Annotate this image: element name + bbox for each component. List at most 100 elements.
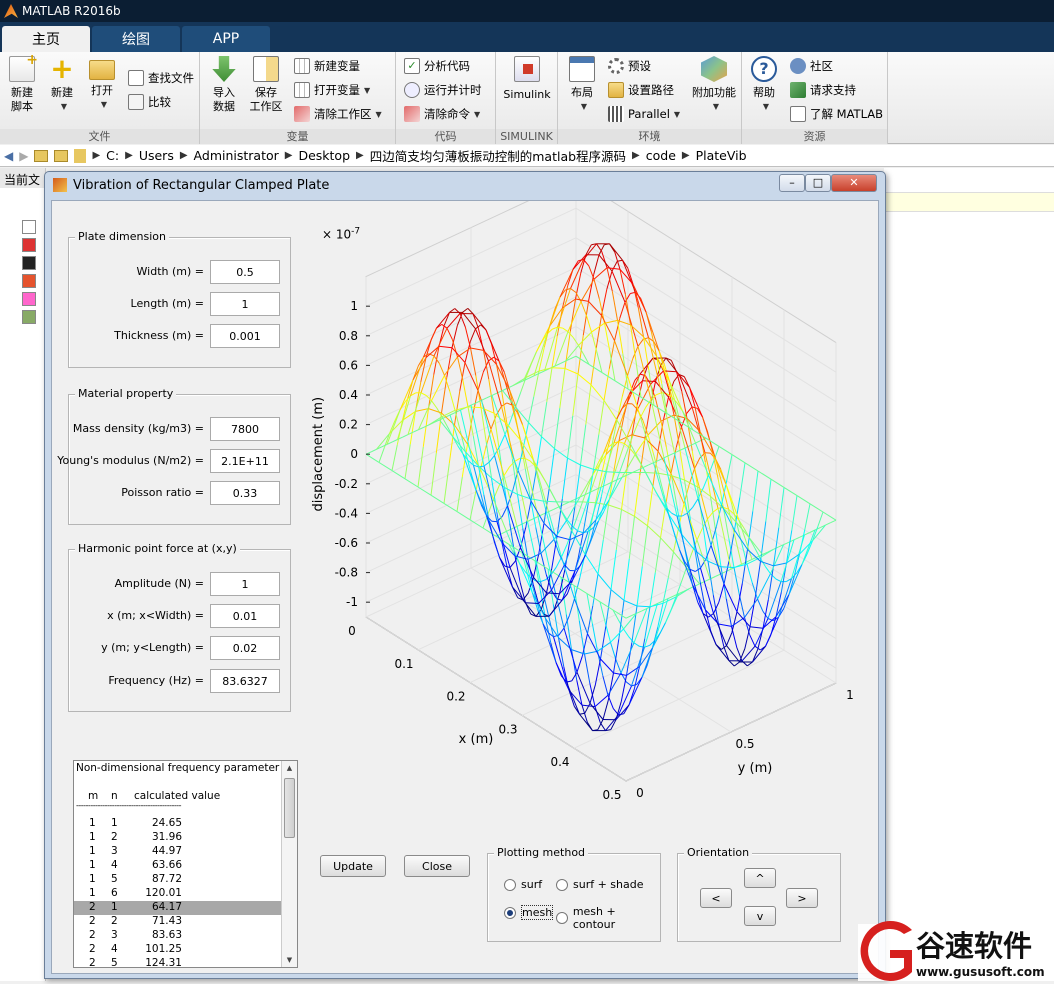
breadcrumb-item[interactable]: Users: [139, 148, 174, 163]
back-arrow-icon[interactable]: ◀: [4, 149, 13, 163]
jpg-file-icon[interactable]: [22, 256, 36, 270]
preferences-button[interactable]: 预设: [608, 56, 651, 76]
clear-commands-dropdown-icon[interactable]: ▼: [474, 110, 480, 119]
compare-button[interactable]: 比较: [128, 92, 171, 112]
list-item[interactable]: 16120.01: [74, 887, 282, 901]
update-button[interactable]: Update: [320, 855, 386, 877]
mesh-segment: [596, 315, 601, 347]
parallel-icon: [608, 106, 624, 122]
breadcrumb-item[interactable]: code: [646, 148, 676, 163]
browse-folder-icon[interactable]: [54, 150, 68, 162]
m-file-icon[interactable]: [22, 274, 36, 288]
new-script-button[interactable]: + 新建 脚本: [0, 56, 44, 114]
close-button[interactable]: Close: [404, 855, 470, 877]
maximize-button[interactable]: □: [805, 174, 831, 192]
new-variable-label: 新建变量: [314, 58, 360, 74]
mesh-segment: [612, 271, 625, 302]
breadcrumb-item[interactable]: PlateVib: [696, 148, 747, 163]
simulink-button[interactable]: Simulink: [502, 56, 552, 102]
radio-surf-label: surf: [521, 878, 542, 891]
mesh-segment: [610, 351, 615, 381]
learn-matlab-button[interactable]: 了解 MATLAB: [790, 104, 883, 124]
grid-line: [522, 617, 732, 715]
clear-commands-button[interactable]: 清除命令 ▼: [404, 104, 480, 124]
figure-titlebar[interactable]: Vibration of Rectangular Clamped Plate: [45, 172, 885, 198]
open-variable-dropdown-icon[interactable]: ▼: [364, 86, 370, 95]
breadcrumb-item[interactable]: Desktop: [298, 148, 350, 163]
radio-dot: [556, 912, 568, 924]
parallel-dropdown-icon[interactable]: ▼: [674, 110, 680, 119]
list-item-value: 83.63: [152, 929, 182, 941]
mesh-segment: [500, 435, 505, 447]
run-and-time-icon: [404, 82, 420, 98]
request-support-button[interactable]: 请求支持: [790, 80, 856, 100]
pdf-file-icon[interactable]: [22, 238, 36, 252]
mesh-segment: [603, 676, 608, 696]
mesh-segment: [403, 435, 408, 438]
up-folder-icon[interactable]: [34, 150, 48, 162]
tab-plots[interactable]: 绘图: [92, 26, 180, 52]
open-variable-button[interactable]: 打开变量 ▼: [294, 80, 370, 100]
mesh-segment: [560, 361, 565, 364]
breadcrumb-item[interactable]: C:: [106, 148, 119, 163]
radio-surf[interactable]: surf: [504, 878, 542, 891]
mesh-segment: [447, 328, 452, 339]
radio-mesh[interactable]: mesh: [504, 905, 553, 920]
help-button[interactable]: ? 帮助 ▼: [742, 56, 786, 114]
list-item[interactable]: 1587.72: [74, 873, 282, 887]
rotate-right-button[interactable]: >: [786, 888, 818, 908]
file-icon[interactable]: [22, 220, 36, 234]
addons-button[interactable]: 附加功能 ▼: [688, 56, 740, 114]
list-item[interactable]: 2164.17: [74, 901, 282, 915]
fig-file-icon[interactable]: [22, 310, 36, 324]
tab-home[interactable]: 主页: [2, 26, 90, 52]
list-item[interactable]: 1463.66: [74, 859, 282, 873]
rotate-down-button[interactable]: v: [744, 906, 776, 926]
scroll-down-icon[interactable]: ▼: [282, 953, 297, 967]
save-workspace-button[interactable]: 保存 工作区: [244, 56, 288, 114]
radio-dot: [556, 879, 568, 891]
clear-workspace-dropdown-icon[interactable]: ▼: [376, 110, 382, 119]
mesh-segment: [732, 455, 745, 463]
grid-line: [576, 238, 836, 402]
mesh-segment: [601, 659, 614, 673]
open-button[interactable]: 打开 ▼: [80, 56, 124, 112]
layout-button[interactable]: 布局 ▼: [560, 56, 604, 114]
set-path-button[interactable]: 设置路径: [608, 80, 674, 100]
list-item[interactable]: 1344.97: [74, 845, 282, 859]
list-item[interactable]: 2383.63: [74, 929, 282, 943]
import-data-button[interactable]: 导入 数据: [202, 56, 246, 114]
close-window-button[interactable]: ✕: [831, 174, 877, 192]
find-files-button[interactable]: 查找文件: [128, 68, 194, 88]
mesh-segment: [632, 647, 645, 686]
new-variable-button[interactable]: 新建变量: [294, 56, 360, 76]
radio-mesh-contour[interactable]: mesh + contour: [556, 905, 660, 931]
run-and-time-button[interactable]: 运行并计时: [404, 80, 482, 100]
mesh-segment: [465, 327, 470, 348]
list-item[interactable]: 25124.31: [74, 957, 282, 968]
clear-workspace-button[interactable]: 清除工作区 ▼: [294, 104, 382, 124]
rotate-left-button[interactable]: <: [700, 888, 732, 908]
new-button[interactable]: + 新建 ▼: [40, 56, 84, 114]
breadcrumb-item[interactable]: Administrator: [194, 148, 279, 163]
mesh-segment: [571, 289, 576, 293]
new-label: 新建: [40, 86, 84, 100]
tab-apps[interactable]: APP: [182, 26, 270, 52]
minimize-button[interactable]: –: [779, 174, 805, 192]
analyze-code-button[interactable]: ✓ 分析代码: [404, 56, 470, 76]
grid-line: [626, 683, 836, 781]
pdf-file-icon[interactable]: [22, 292, 36, 306]
rotate-up-button[interactable]: ^: [744, 868, 776, 888]
mesh-plot-axes[interactable]: 10.80.60.40.20-0.2-0.4-0.6-0.8-100.10.20…: [52, 201, 880, 841]
mesh-segment: [630, 443, 643, 468]
community-button[interactable]: 社区: [790, 56, 833, 76]
breadcrumb-item[interactable]: 四边简支均匀薄板振动控制的matlab程序源码: [370, 146, 626, 165]
list-item[interactable]: 24101.25: [74, 943, 282, 957]
mesh-segment: [614, 473, 619, 487]
parallel-button[interactable]: Parallel ▼: [608, 104, 680, 124]
forward-arrow-icon[interactable]: ▶: [19, 149, 28, 163]
radio-surf-shade[interactable]: surf + shade: [556, 878, 644, 891]
list-item[interactable]: 2271.43: [74, 915, 282, 929]
mesh-segment: [594, 255, 599, 274]
group-label-simulink: SIMULINK: [496, 129, 557, 144]
